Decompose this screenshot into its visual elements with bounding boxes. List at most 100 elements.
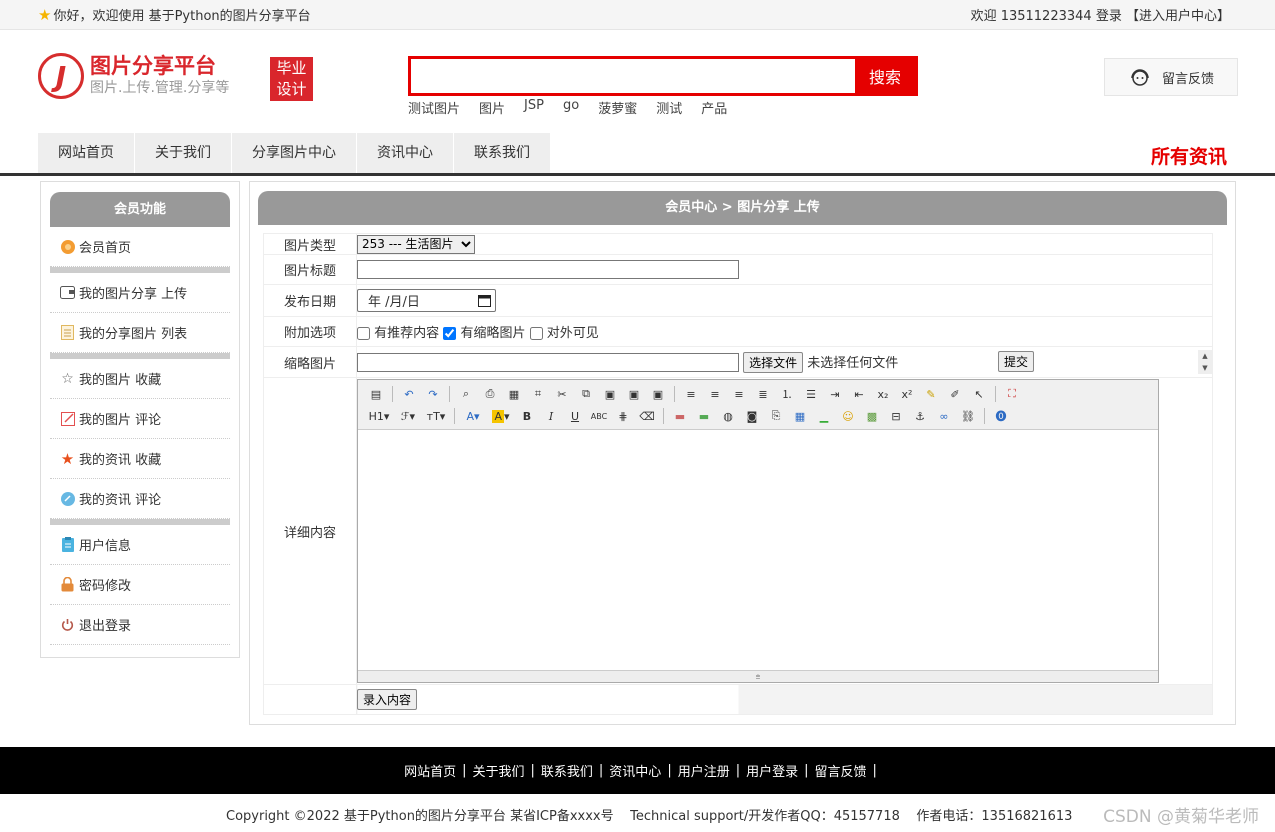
search-button[interactable]: 搜索 bbox=[855, 59, 915, 93]
footer-link-home[interactable]: 网站首页 bbox=[404, 761, 456, 780]
nav-item-share-center[interactable]: 分享图片中心 bbox=[232, 133, 357, 173]
attachment-icon[interactable]: ⎘ bbox=[766, 407, 786, 425]
all-news-link[interactable]: 所有资讯 bbox=[1151, 142, 1227, 169]
multi-image-icon[interactable]: ▬ bbox=[694, 407, 714, 425]
feedback-button[interactable]: 留言反馈 bbox=[1104, 58, 1238, 96]
media-icon[interactable]: ◙ bbox=[742, 407, 762, 425]
highlight-icon[interactable]: A ▾ bbox=[489, 407, 513, 425]
undo-icon[interactable]: ↶ bbox=[399, 385, 419, 403]
image-title-input[interactable] bbox=[357, 260, 739, 279]
user-phone[interactable]: 13511223344 bbox=[1001, 9, 1092, 24]
choose-file-button[interactable]: 选择文件 bbox=[743, 351, 804, 373]
sidebar-item-change-password[interactable]: 密码修改 bbox=[50, 565, 230, 605]
code-icon[interactable]: ⌗ bbox=[528, 385, 548, 403]
copy-icon[interactable]: ⧉ bbox=[576, 385, 596, 403]
nav-item-contact[interactable]: 联系我们 bbox=[454, 133, 551, 173]
superscript-icon[interactable]: x² bbox=[897, 385, 917, 403]
thumbnail-checkbox[interactable] bbox=[443, 327, 457, 340]
indent-icon[interactable]: ⇥ bbox=[825, 385, 845, 403]
calendar-icon[interactable] bbox=[478, 294, 491, 307]
bold-icon[interactable]: B bbox=[517, 407, 537, 425]
align-right-icon[interactable]: ≡ bbox=[729, 385, 749, 403]
hotword-link[interactable]: 菠萝蜜 bbox=[598, 98, 637, 117]
recommend-option[interactable]: 有推荐内容 bbox=[357, 326, 439, 341]
hotword-link[interactable]: 测试 bbox=[656, 98, 682, 117]
footer-link-login[interactable]: 用户登录 bbox=[746, 761, 798, 780]
scroll-spinner-icon[interactable]: ▲ ▼ bbox=[1198, 350, 1212, 374]
eraser-icon[interactable]: ⌫ bbox=[637, 407, 657, 425]
sidebar-item-user-info[interactable]: 用户信息 bbox=[50, 525, 230, 565]
pointer-icon[interactable]: ↖ bbox=[969, 385, 989, 403]
save-content-button[interactable]: 录入内容 bbox=[357, 689, 418, 710]
public-checkbox[interactable] bbox=[529, 327, 543, 340]
select-all-icon[interactable]: ✐ bbox=[945, 385, 965, 403]
font-color-icon[interactable]: A▾ bbox=[461, 407, 485, 425]
redo-icon[interactable]: ↷ bbox=[423, 385, 443, 403]
sidebar-item-member-home[interactable]: 会员首页 bbox=[50, 227, 230, 267]
user-center-link[interactable]: 【进入用户中心】 bbox=[1126, 9, 1230, 24]
nav-item-home[interactable]: 网站首页 bbox=[38, 133, 135, 173]
search-input[interactable] bbox=[411, 59, 855, 93]
picture-icon[interactable]: ▩ bbox=[862, 407, 882, 425]
ordered-list-icon[interactable]: ⒈ bbox=[777, 385, 797, 403]
editor-resize-handle[interactable]: ⩧ bbox=[358, 670, 1158, 682]
clear-format-icon[interactable]: ✎ bbox=[921, 385, 941, 403]
editor-body[interactable] bbox=[358, 430, 1158, 670]
hotword-link[interactable]: 产品 bbox=[701, 98, 727, 117]
anchor-icon[interactable]: ⚓ bbox=[910, 407, 930, 425]
nav-item-about[interactable]: 关于我们 bbox=[135, 133, 232, 173]
align-center-icon[interactable]: ≡ bbox=[705, 385, 725, 403]
sidebar-item-image-favorites[interactable]: ☆ 我的图片 收藏 bbox=[50, 359, 230, 399]
cut-icon[interactable]: ✂ bbox=[552, 385, 572, 403]
template-icon[interactable]: ▦ bbox=[504, 385, 524, 403]
link-icon[interactable]: ∞ bbox=[934, 407, 954, 425]
underline-icon[interactable]: U bbox=[565, 407, 585, 425]
heading-icon[interactable]: H1▾ bbox=[366, 407, 392, 425]
paste-text-icon[interactable]: ▣ bbox=[624, 385, 644, 403]
public-option[interactable]: 对外可见 bbox=[529, 326, 599, 341]
preview-icon[interactable]: ⌕ bbox=[456, 385, 476, 403]
sidebar-item-image-comments[interactable]: 我的图片 评论 bbox=[50, 399, 230, 439]
align-left-icon[interactable]: ≡ bbox=[681, 385, 701, 403]
login-link[interactable]: 登录 bbox=[1096, 9, 1122, 24]
strikethrough-icon[interactable]: ABC bbox=[589, 407, 609, 425]
print-icon[interactable]: ⎙ bbox=[480, 385, 500, 403]
font-family-icon[interactable]: ℱ▾ bbox=[396, 407, 420, 425]
site-logo[interactable]: J 图片分享平台 图片.上传.管理.分享等 bbox=[38, 53, 229, 99]
thumbnail-option[interactable]: 有缩略图片 bbox=[443, 326, 525, 341]
footer-link-about[interactable]: 关于我们 bbox=[472, 761, 524, 780]
hotword-link[interactable]: go bbox=[563, 98, 579, 117]
thumbnail-path-input[interactable] bbox=[357, 352, 739, 372]
footer-link-news[interactable]: 资讯中心 bbox=[609, 761, 661, 780]
sidebar-item-news-comments[interactable]: 我的资讯 评论 bbox=[50, 479, 230, 519]
footer-link-register[interactable]: 用户注册 bbox=[678, 761, 730, 780]
image-type-select[interactable]: 253 --- 生活图片 bbox=[357, 234, 475, 254]
flash-icon[interactable]: ◍ bbox=[718, 407, 738, 425]
outdent-icon[interactable]: ⇤ bbox=[849, 385, 869, 403]
hotword-link[interactable]: 图片 bbox=[479, 98, 505, 117]
table-grid-icon[interactable]: ⋕ bbox=[613, 407, 633, 425]
sidebar-item-logout[interactable]: 退出登录 bbox=[50, 605, 230, 645]
paste-icon[interactable]: ▣ bbox=[600, 385, 620, 403]
nav-item-news[interactable]: 资讯中心 bbox=[357, 133, 454, 173]
unordered-list-icon[interactable]: ☰ bbox=[801, 385, 821, 403]
help-icon[interactable]: ⓿ bbox=[991, 407, 1011, 425]
sidebar-item-upload[interactable]: 我的图片分享 上传 bbox=[50, 273, 230, 313]
recommend-checkbox[interactable] bbox=[357, 327, 370, 340]
hotword-link[interactable]: JSP bbox=[524, 98, 544, 117]
table-icon[interactable]: ▦ bbox=[790, 407, 810, 425]
italic-icon[interactable]: I bbox=[541, 407, 561, 425]
publish-date-input[interactable]: 年 /月/日 bbox=[357, 289, 496, 312]
sidebar-item-news-favorites[interactable]: ★ 我的资讯 收藏 bbox=[50, 439, 230, 479]
page-break-icon[interactable]: ⊟ bbox=[886, 407, 906, 425]
source-icon[interactable]: ▤ bbox=[366, 385, 386, 403]
footer-link-feedback[interactable]: 留言反馈 bbox=[815, 761, 867, 780]
image-icon[interactable]: ▬ bbox=[670, 407, 690, 425]
fullscreen-icon[interactable]: ⛶ bbox=[1002, 385, 1022, 403]
unlink-icon[interactable]: ⛓ bbox=[958, 407, 978, 425]
hotword-link[interactable]: 测试图片 bbox=[408, 98, 460, 117]
justify-icon[interactable]: ≣ bbox=[753, 385, 773, 403]
hr-icon[interactable]: ▁ bbox=[814, 407, 834, 425]
footer-link-contact[interactable]: 联系我们 bbox=[541, 761, 593, 780]
emoticon-icon[interactable]: ☺ bbox=[838, 407, 858, 425]
